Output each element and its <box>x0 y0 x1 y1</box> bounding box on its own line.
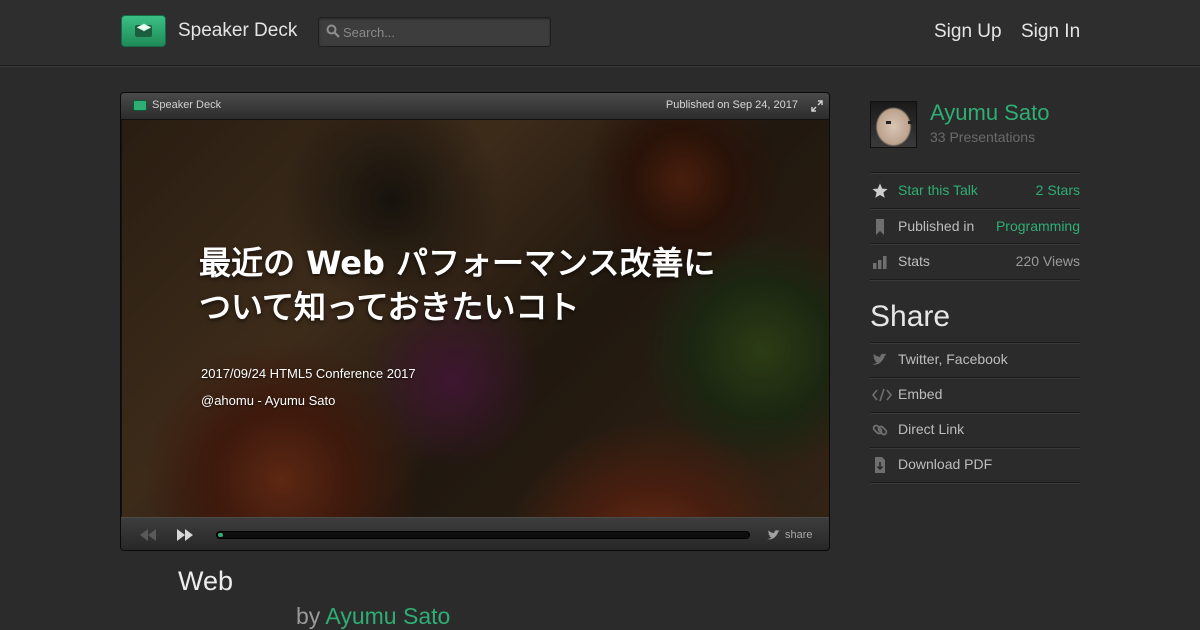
deck-title: Web <box>178 566 234 596</box>
deck-byline: by Ayumu Sato <box>296 603 450 630</box>
byline-author-link[interactable]: Ayumu Sato <box>325 603 450 629</box>
author-name-link[interactable]: Ayumu Sato <box>930 100 1049 126</box>
category-link[interactable]: Programming <box>996 218 1080 234</box>
next-slide-icon[interactable] <box>177 529 193 541</box>
previous-slide-icon[interactable] <box>140 529 156 541</box>
slide-title: 最近の Web パフォーマンス改善に ついて知っておきたいコト <box>199 241 799 329</box>
speaker-deck-small-icon <box>133 100 147 111</box>
slide-event-info: 2017/09/24 HTML5 Conference 2017 <box>201 366 416 381</box>
share-twitter-facebook-label[interactable]: Twitter, Facebook <box>898 351 1008 367</box>
published-in-label: Published in <box>898 218 975 234</box>
share-embed-label[interactable]: Embed <box>898 386 942 402</box>
divider <box>870 208 1080 210</box>
stats-label: Stats <box>898 253 930 269</box>
divider <box>870 482 1080 484</box>
share-direct-link-row[interactable]: Direct Link <box>870 420 1080 440</box>
divider <box>870 279 1080 281</box>
slide-progress-bar[interactable] <box>216 531 750 539</box>
share-embed-row[interactable]: Embed <box>870 385 1080 405</box>
twitter-bird-icon <box>872 353 887 365</box>
share-download-pdf-row[interactable]: Download PDF <box>870 455 1080 475</box>
published-date: Published on Sep 24, 2017 <box>665 99 798 111</box>
top-navigation-bar: ◀▶ Speaker Deck Sign Up Sign In <box>0 0 1200 66</box>
stats-row: Stats 220 Views <box>870 252 1080 272</box>
divider <box>870 412 1080 414</box>
slide-image[interactable]: 最近の Web パフォーマンス改善に ついて知っておきたいコト 2017/09/… <box>122 120 829 517</box>
player-controls: share <box>121 517 829 550</box>
share-heading: Share <box>870 300 951 333</box>
share-twitter-facebook-row[interactable]: Twitter, Facebook <box>870 350 1080 370</box>
fullscreen-icon[interactable] <box>811 100 823 112</box>
view-count: 220 Views <box>1015 253 1080 269</box>
divider <box>870 342 1080 344</box>
byline-prefix: by <box>296 603 321 629</box>
divider <box>870 447 1080 449</box>
slide-author-info: @ahomu - Ayumu Sato <box>201 393 336 408</box>
search-icon <box>326 24 340 38</box>
bookmark-icon <box>876 219 884 235</box>
search-box[interactable] <box>318 17 551 47</box>
divider <box>870 377 1080 379</box>
sign-in-link[interactable]: Sign In <box>1021 21 1080 43</box>
author-avatar[interactable] <box>870 101 917 148</box>
divider <box>870 172 1080 174</box>
chain-link-icon <box>872 424 888 436</box>
speaker-deck-logo-icon[interactable]: ◀▶ <box>121 15 166 47</box>
download-document-icon <box>875 457 885 473</box>
search-input[interactable] <box>343 22 543 42</box>
author-presentation-count: 33 Presentations <box>930 129 1036 145</box>
share-direct-link-label[interactable]: Direct Link <box>898 421 964 437</box>
player-header: Speaker Deck Published on Sep 24, 2017 <box>121 93 829 120</box>
share-download-pdf-label[interactable]: Download PDF <box>898 456 992 472</box>
slide-title-line-2: ついて知っておきたいコト <box>199 288 580 326</box>
code-icon <box>872 388 892 402</box>
logo-arrows-icon: ◀▶ <box>136 22 151 33</box>
star-count: 2 Stars <box>1035 182 1080 198</box>
slide-title-line-1: 最近の Web パフォーマンス改善に <box>199 244 716 282</box>
star-talk-row[interactable]: Star this Talk 2 Stars <box>870 181 1080 201</box>
player-share-link[interactable]: share <box>785 529 813 541</box>
divider <box>870 243 1080 245</box>
star-talk-label[interactable]: Star this Talk <box>898 182 978 198</box>
twitter-bird-icon[interactable] <box>767 530 781 541</box>
published-in-row: Published in Programming <box>870 217 1080 237</box>
bar-chart-icon <box>873 256 887 269</box>
brand-name-link[interactable]: Speaker Deck <box>178 20 297 42</box>
star-icon <box>872 183 888 198</box>
sign-up-link[interactable]: Sign Up <box>934 21 1002 43</box>
slide-player: Speaker Deck Published on Sep 24, 2017 最… <box>120 92 830 551</box>
player-brand-label[interactable]: Speaker Deck <box>152 99 221 111</box>
slide-progress-fill <box>218 533 223 537</box>
